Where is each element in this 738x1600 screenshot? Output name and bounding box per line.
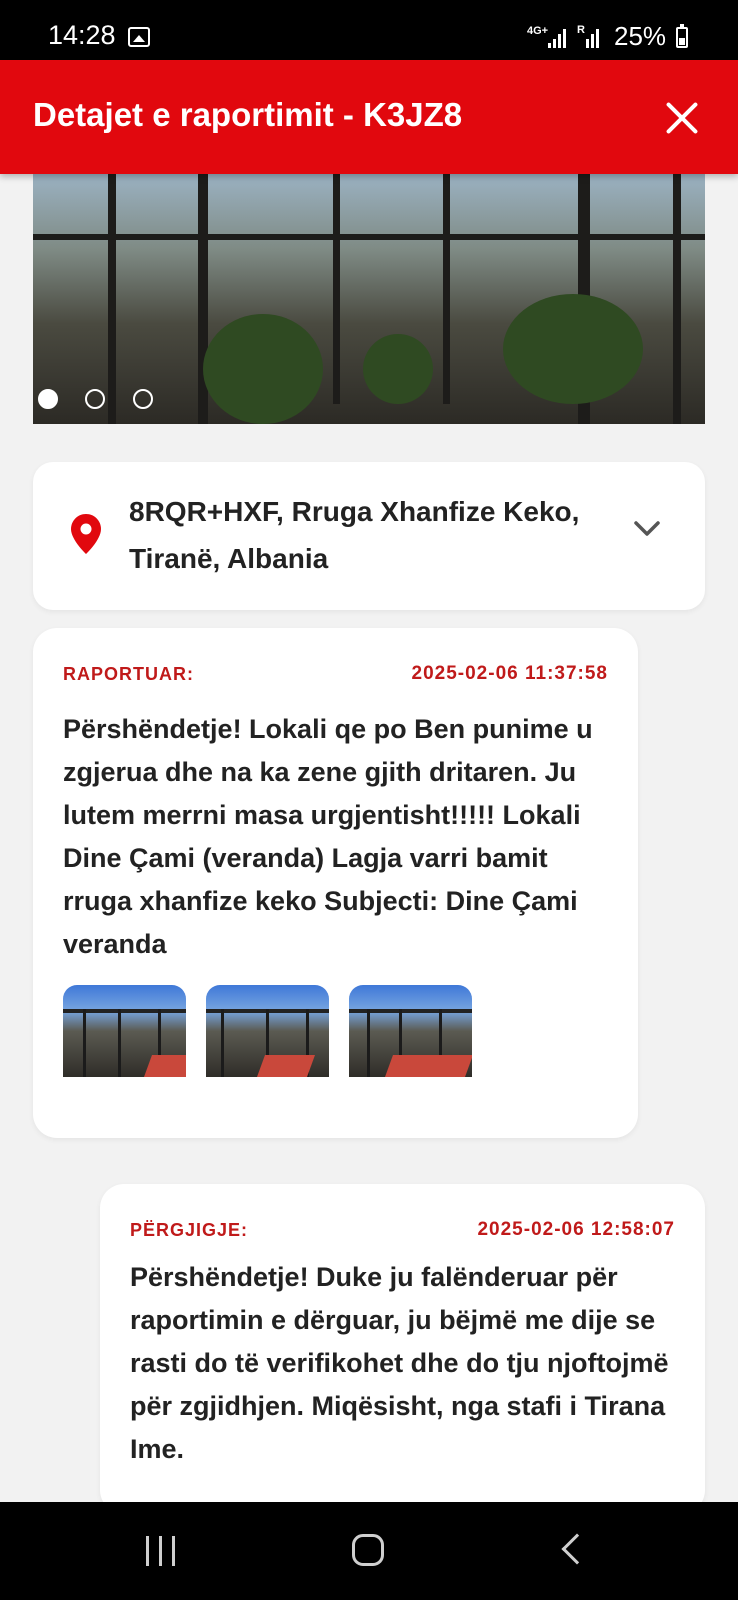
- attachment-thumbnail[interactable]: [206, 985, 329, 1077]
- attachment-thumbnail[interactable]: [63, 985, 186, 1077]
- location-card[interactable]: 8RQR+HXF, Rruga Xhanfize Keko, Tiranë, A…: [33, 462, 705, 610]
- response-date: 2025-02-06 12:58:07: [477, 1219, 675, 1240]
- carousel-dot-3[interactable]: [133, 389, 153, 409]
- photo-beam: [33, 234, 705, 240]
- carousel-dot-1[interactable]: [38, 389, 58, 409]
- app-header: Detajet e raportimit - K3JZ8: [0, 60, 738, 174]
- navigation-bar: [0, 1502, 738, 1600]
- carousel-dot-2[interactable]: [85, 389, 105, 409]
- location-address: 8RQR+HXF, Rruga Xhanfize Keko, Tiranë, A…: [129, 496, 580, 574]
- response-text: Përshëndetje! Duke ju falënderuar për ra…: [130, 1262, 669, 1464]
- home-icon[interactable]: [352, 1534, 384, 1566]
- photo-plant: [203, 314, 323, 424]
- photo-beam: [108, 174, 116, 424]
- photo-beam: [673, 174, 681, 424]
- map-pin-icon: [71, 514, 101, 554]
- status-bar: 14:28 4G+ R 25%: [0, 0, 738, 60]
- photo-plant: [363, 334, 433, 404]
- response-card: PËRGJIGJE: 2025-02-06 12:58:07 Përshënde…: [100, 1184, 705, 1514]
- gallery-icon: [128, 27, 150, 47]
- report-text: Përshëndetje! Lokali qe po Ben punime u …: [63, 714, 593, 959]
- close-icon[interactable]: [660, 96, 704, 140]
- report-date: 2025-02-06 11:37:58: [411, 663, 608, 684]
- recents-icon[interactable]: [146, 1536, 178, 1566]
- report-card: RAPORTUAR: 2025-02-06 11:37:58 Përshënde…: [33, 628, 638, 1138]
- response-label: PËRGJIGJE:: [130, 1220, 249, 1240]
- battery-icon: [676, 24, 688, 48]
- network-type: 4G+: [527, 25, 549, 37]
- photo-plant: [503, 294, 643, 404]
- chevron-down-icon[interactable]: [633, 520, 661, 538]
- page-title: Detajet e raportimit - K3JZ8: [33, 96, 463, 133]
- photo-carousel[interactable]: [33, 174, 705, 424]
- signal-icon: [548, 28, 570, 48]
- battery-percent: 25%: [614, 21, 667, 51]
- sim-label: R: [577, 24, 585, 36]
- attachment-thumbnail[interactable]: [349, 985, 472, 1077]
- photo-beam: [333, 174, 340, 404]
- status-time: 14:28: [48, 20, 116, 50]
- back-icon[interactable]: [561, 1533, 593, 1565]
- photo-beam: [443, 174, 450, 404]
- signal-icon-sim2: R: [577, 24, 600, 48]
- report-label: RAPORTUAR:: [63, 664, 194, 684]
